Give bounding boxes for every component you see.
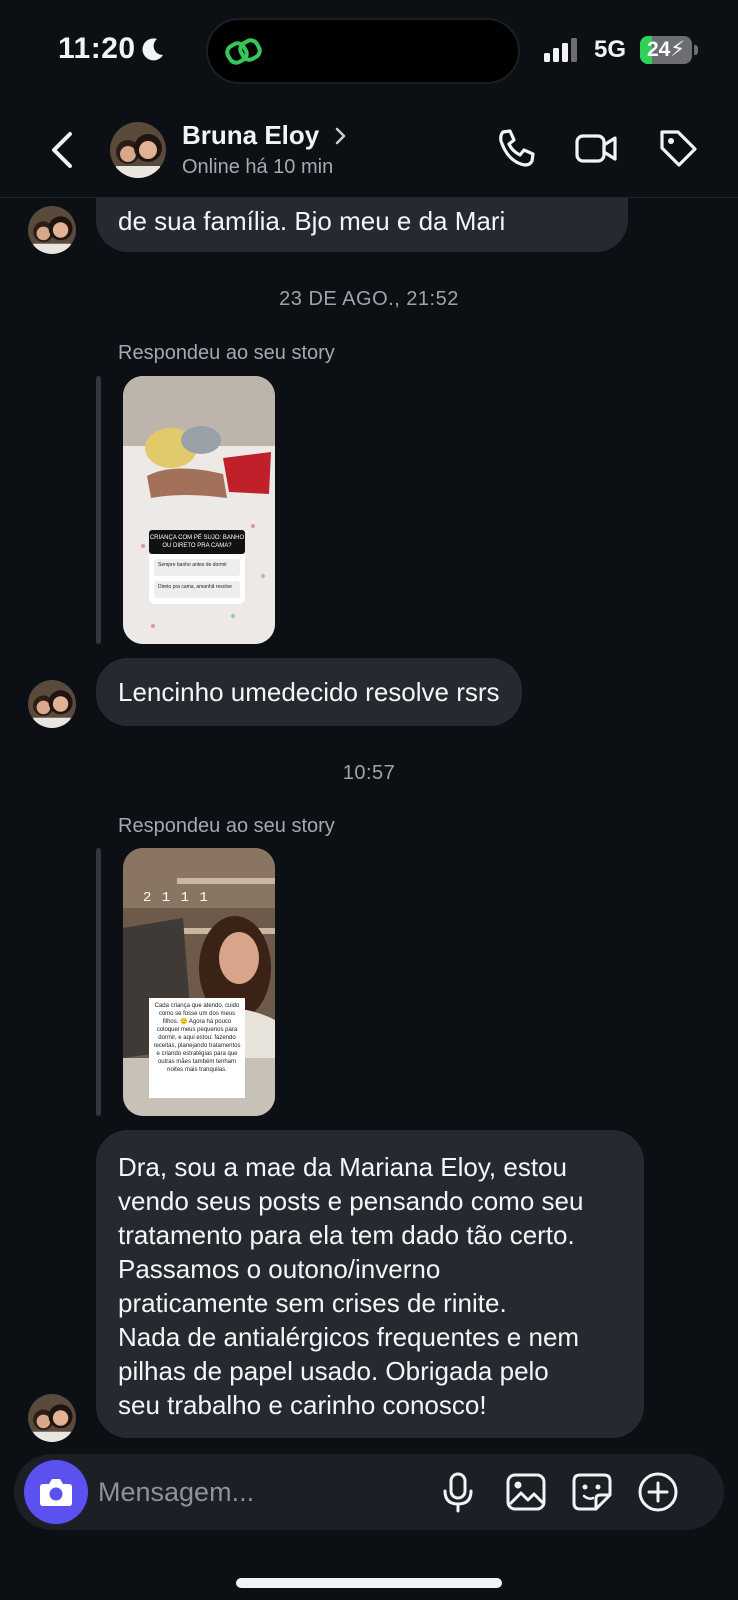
avatar[interactable] <box>28 206 76 254</box>
avatar[interactable] <box>28 680 76 728</box>
message-line: vendo seus posts e pensando como seu <box>118 1186 584 1216</box>
story-thumbnail[interactable]: 2 1 1 1 Cada criança que atendo, cuido c… <box>123 848 275 1116</box>
poll-option: Sempre banho antes de dormir <box>154 559 240 576</box>
avatar-photo <box>110 122 166 178</box>
message-line: praticamente sem crises de rinite. <box>118 1288 507 1318</box>
time-divider: 23 DE AGO., 21:52 <box>279 288 459 310</box>
message-composer <box>14 1454 724 1530</box>
sticker-icon[interactable] <box>570 1470 614 1514</box>
back-chevron-icon[interactable] <box>44 128 80 172</box>
plus-circle-icon[interactable] <box>636 1470 680 1514</box>
poll-question: CRIANÇA COM PÉ SUJO: BANHO OU DIRETO PRA… <box>149 530 245 554</box>
time-divider: 10:57 <box>342 762 396 784</box>
status-bar: 11:20 5G 24⚡ <box>0 0 738 100</box>
charging-bolt-icon: ⚡ <box>670 38 686 61</box>
poll-option: Direto pra cama, amanhã resolve <box>154 581 240 598</box>
message-line: pilhas de papel usado. Obrigada pelo <box>118 1356 549 1386</box>
reply-quote-bar <box>96 376 101 644</box>
avatar-photo <box>28 1394 76 1442</box>
camera-icon <box>40 1479 72 1506</box>
message-bubble[interactable]: Lencinho umedecido resolve rsrs <box>96 658 522 726</box>
poll-card: Sempre banho antes de dormir Direto pra … <box>149 554 245 604</box>
message-line: Passamos o outono/inverno <box>118 1254 441 1284</box>
story-reply-label: Respondeu ao seu story <box>118 342 335 364</box>
message-input[interactable] <box>98 1474 418 1510</box>
message-line: Dra, sou a mae da Mariana Eloy, estou <box>118 1152 567 1182</box>
story-thumbnail[interactable]: CRIANÇA COM PÉ SUJO: BANHO OU DIRETO PRA… <box>123 376 275 644</box>
battery-percent: 24 <box>646 38 671 61</box>
avatar-photo <box>28 206 76 254</box>
contact-status: Online há 10 min <box>182 156 334 178</box>
message-line: Nada de antialérgicos frequentes e nem <box>118 1322 580 1352</box>
network-type: 5G <box>594 36 627 63</box>
story-caption: Cada criança que atendo, cuido como se f… <box>149 998 245 1098</box>
chevron-right-icon[interactable] <box>334 126 348 146</box>
message-text: Lencinho umedecido resolve rsrs <box>118 677 500 707</box>
dynamic-island <box>206 18 520 84</box>
video-camera-icon[interactable] <box>574 126 618 170</box>
status-time: 11:20 <box>58 32 136 65</box>
moon-icon <box>142 38 163 61</box>
message-bubble[interactable]: Dra, sou a mae da Mariana Eloy, estou ve… <box>96 1130 644 1438</box>
battery-nub <box>694 45 698 55</box>
avatar[interactable] <box>28 1394 76 1442</box>
contact-name[interactable]: Bruna Eloy <box>182 120 319 151</box>
tag-icon[interactable] <box>656 126 700 170</box>
message-text: de sua família. Bjo meu e da Mari <box>118 206 506 236</box>
home-indicator[interactable] <box>236 1578 502 1588</box>
chat-header: Bruna Eloy Online há 10 min <box>0 100 738 198</box>
reply-quote-bar <box>96 848 101 1116</box>
story-counter: 2 1 1 1 <box>143 890 209 906</box>
message-line: tratamento para ela tem dado tão certo. <box>118 1220 575 1250</box>
message-line: seu trabalho e carinho conosco! <box>118 1390 487 1420</box>
microphone-icon[interactable] <box>436 1470 480 1514</box>
signal-icon <box>544 38 577 62</box>
phone-icon[interactable] <box>494 126 538 170</box>
threads-link-icon <box>225 38 262 65</box>
camera-button[interactable] <box>24 1460 88 1524</box>
battery-charging-icon: 24⚡ <box>640 36 692 64</box>
story-reply-label: Respondeu ao seu story <box>118 815 335 837</box>
avatar[interactable] <box>110 122 166 178</box>
gallery-icon[interactable] <box>504 1470 548 1514</box>
avatar-photo <box>28 680 76 728</box>
